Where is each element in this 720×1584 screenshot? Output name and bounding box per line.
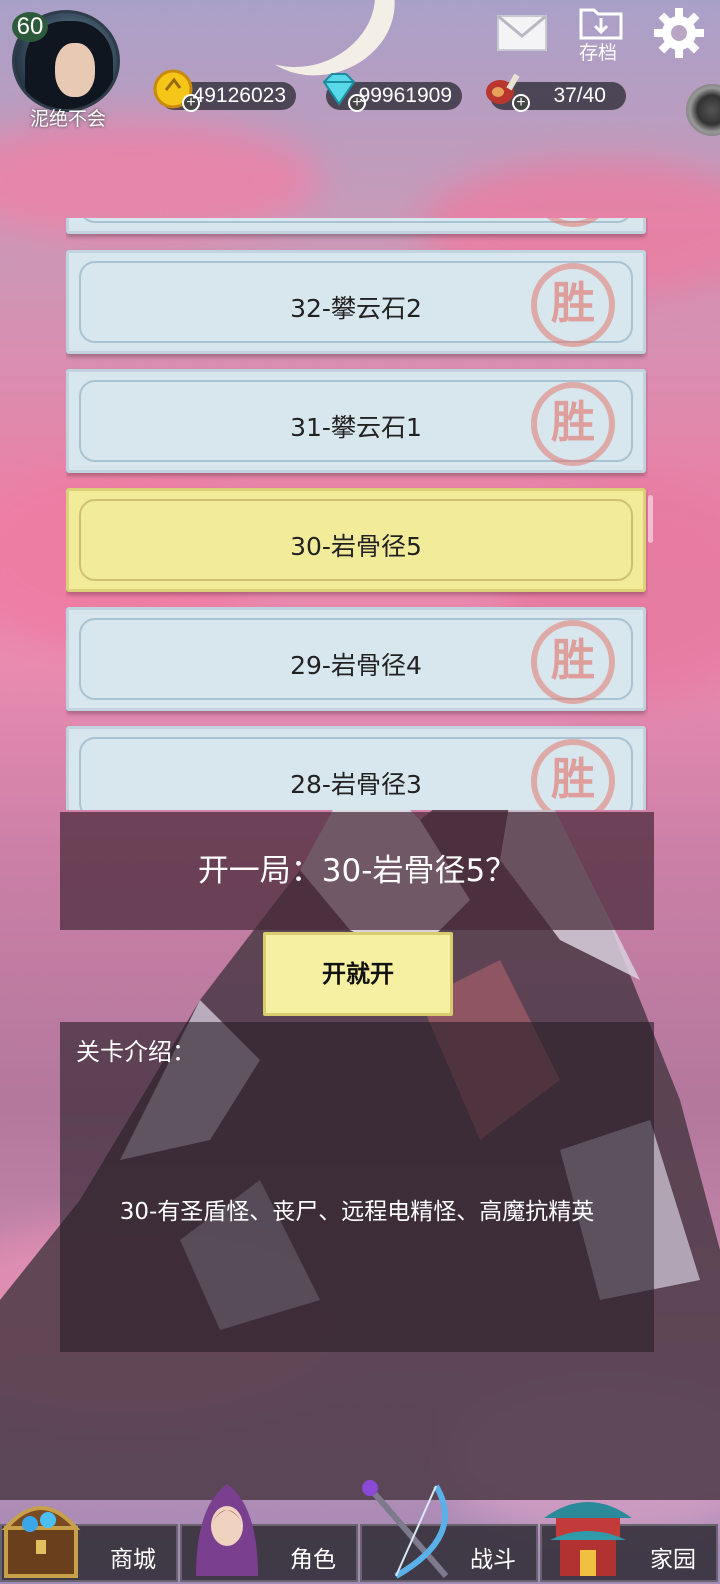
crossed-weapons-icon (362, 1480, 449, 1579)
stage-item[interactable]: 29-岩骨径4 胜 (66, 607, 646, 711)
bottom-nav: 商城 角色 战斗 家园 (0, 1480, 720, 1584)
gem-value: 99961909 (358, 84, 452, 107)
stage-item[interactable]: 28-岩骨径3 胜 (66, 726, 646, 810)
victory-stamp-icon: 胜 (531, 382, 615, 466)
mail-icon[interactable] (496, 14, 548, 52)
stamina-value: 37/40 (553, 84, 606, 107)
save-icon[interactable] (578, 4, 624, 42)
stage-intro-panel: 关卡介绍： 30-有圣盾怪、丧尸、远程电精怪、高魔抗精英 (60, 1022, 654, 1352)
start-battle-button[interactable]: 开就开 (263, 932, 453, 1016)
stage-item[interactable]: 31-攀云石1 胜 (66, 369, 646, 473)
nav-home-label: 家园 (650, 1547, 696, 1573)
player-name: 泥绝不会 (29, 108, 106, 130)
victory-stamp-icon: 胜 (531, 263, 615, 347)
gear-icon[interactable] (652, 6, 706, 60)
nav-character-label: 角色 (290, 1547, 336, 1573)
victory-stamp-icon: 胜 (531, 620, 615, 704)
save-label[interactable]: 存档 (579, 38, 617, 65)
stamina-resource: + 37/40 (486, 73, 626, 112)
player-level-badge: 60 (12, 12, 48, 42)
nav-shop-label: 商城 (110, 1547, 156, 1573)
pavilion-icon (544, 1502, 632, 1576)
gold-resource: + 49126023 (153, 69, 296, 112)
stage-intro-title: 关卡介绍： (76, 1038, 196, 1066)
gold-value: 49126023 (192, 84, 286, 107)
nav-battle-label: 战斗 (470, 1547, 516, 1573)
stage-item[interactable]: 胜 (66, 218, 646, 234)
add-stamina-button[interactable]: + (512, 94, 530, 112)
treasure-chest-icon (1, 1506, 81, 1578)
gem-resource: + 99961909 (322, 73, 462, 112)
start-prompt: 开一局：30-岩骨径5？ (60, 812, 654, 930)
stage-label: 30-岩骨径5 (290, 532, 422, 561)
stage-intro-text: 30-有圣盾怪、丧尸、远程电精怪、高魔抗精英 (119, 1199, 595, 1225)
stage-item-selected[interactable]: 30-岩骨径5 (66, 488, 646, 592)
stage-list-scrollbar[interactable] (648, 495, 653, 543)
hooded-hero-icon (196, 1484, 258, 1576)
stage-list[interactable]: 胜 32-攀云石2 胜 31-攀云石1 胜 30-岩骨径5 29-岩骨径4 胜 … (66, 218, 648, 810)
stage-item[interactable]: 32-攀云石2 胜 (66, 250, 646, 354)
